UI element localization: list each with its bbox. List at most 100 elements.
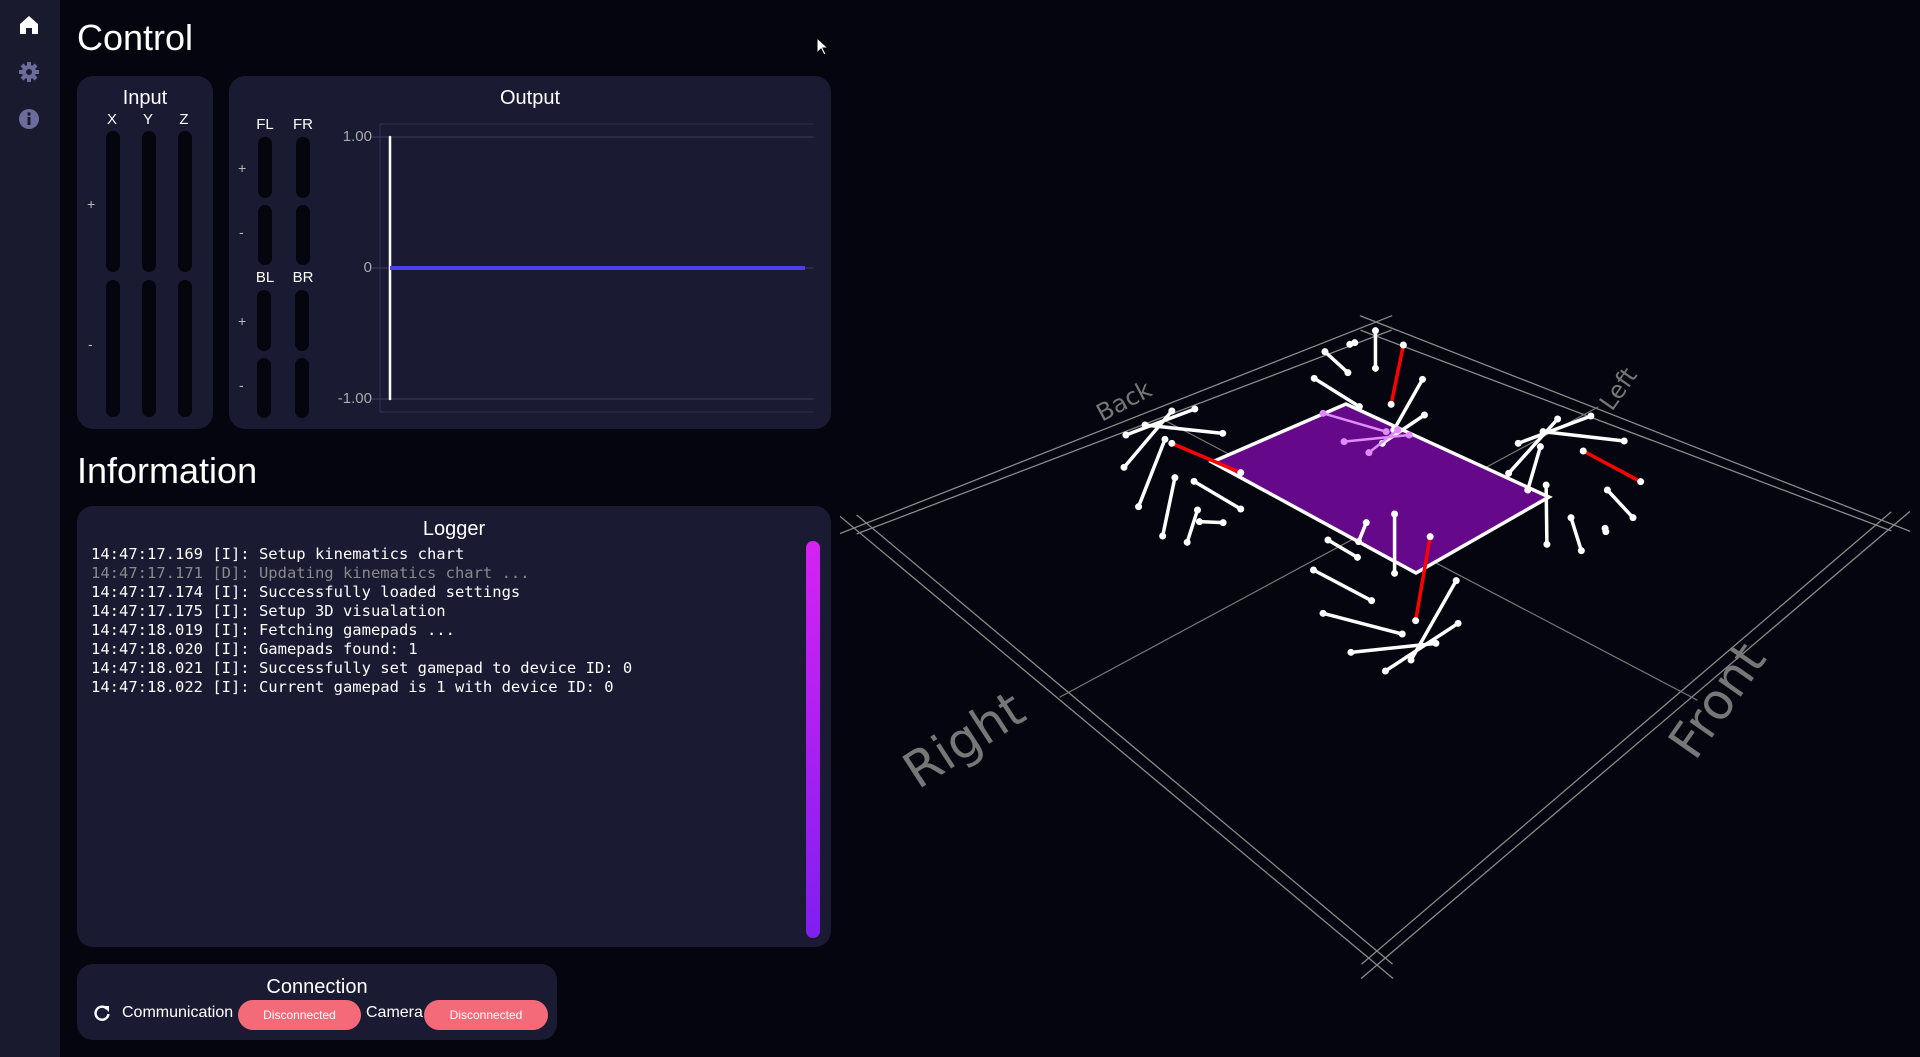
leg-joint <box>1391 569 1399 577</box>
communication-label: Communication <box>122 1004 234 1021</box>
wheel-fl-positive-bar <box>258 137 272 198</box>
info-icon[interactable] <box>17 107 41 131</box>
input-title: Input <box>122 87 168 109</box>
log-line: 14:47:18.021 [I]: Successfully set gamep… <box>91 659 633 677</box>
leg-segment <box>1136 437 1167 509</box>
refresh-icon[interactable] <box>93 1004 111 1022</box>
minus-label: - <box>239 377 244 393</box>
leg-joint <box>1168 407 1176 415</box>
input-y-positive-bar <box>142 131 156 272</box>
leg-segment <box>1323 349 1350 375</box>
minus-label: - <box>239 224 244 240</box>
log-line: 14:47:17.171 [D]: Updating kinematics ch… <box>91 564 530 582</box>
leg-joint <box>1579 447 1587 455</box>
axis-x-label: X <box>106 111 117 128</box>
output-title: Output <box>499 87 561 109</box>
input-panel: Input X Y Z + - <box>77 76 213 429</box>
wheel-br-positive-bar <box>295 290 309 351</box>
leg-segment <box>1321 611 1404 636</box>
axis-z-label: Z <box>179 111 189 128</box>
leg-joint <box>1620 437 1628 445</box>
leg-joint <box>1539 428 1547 436</box>
leg-segment-highlighted <box>1581 449 1643 484</box>
leg-joint <box>1319 409 1327 417</box>
home-icon[interactable] <box>17 13 41 37</box>
leg-segment <box>1192 479 1243 511</box>
leg-joint <box>1161 435 1169 443</box>
y-tick-label: 0 <box>363 259 372 276</box>
leg-joint <box>1603 486 1611 494</box>
leg-joint <box>1524 486 1532 494</box>
leg-segment <box>1160 475 1177 538</box>
leg-joint <box>1362 519 1370 527</box>
leg-joint <box>1351 339 1359 347</box>
leg-joint <box>1536 443 1544 451</box>
leg-joint <box>1577 547 1585 555</box>
leg-joint <box>1405 431 1413 439</box>
leg-segment <box>1326 538 1360 560</box>
leg-joint <box>1135 503 1143 511</box>
control-title: Control <box>77 17 194 58</box>
gear-icon[interactable] <box>17 60 41 84</box>
leg-joint <box>1355 403 1363 411</box>
robot-3d-view[interactable]: Back Left Right Front <box>840 0 1920 1057</box>
left-label: Left <box>1594 362 1643 415</box>
leg-joint <box>1419 375 1427 383</box>
back-label: Back <box>1092 375 1157 427</box>
leg-joint <box>1193 506 1201 514</box>
leg-joint <box>1371 364 1379 372</box>
leg-joint <box>1587 412 1595 420</box>
mouse-cursor-icon <box>816 37 830 56</box>
leg-joint <box>1454 619 1462 627</box>
input-x-positive-bar <box>106 131 120 272</box>
wheel-fl-negative-bar <box>258 205 272 265</box>
plus-label: + <box>87 196 96 212</box>
leg-joint <box>1171 474 1179 482</box>
leg-joint <box>1122 431 1130 439</box>
log-line: 14:47:18.020 [I]: Gamepads found: 1 <box>91 640 418 658</box>
leg-joint <box>1190 477 1198 485</box>
leg-joint <box>1168 439 1176 447</box>
leg-joint <box>1543 540 1551 548</box>
leg-joint <box>1310 374 1318 382</box>
communication-status-badge[interactable]: Disconnected <box>238 1000 361 1030</box>
logger-scrollbar[interactable] <box>806 541 820 938</box>
leg-joint <box>1542 481 1550 489</box>
leg-joint <box>1309 566 1317 574</box>
leg-segment <box>1544 483 1549 547</box>
wheel-fl-label: FL <box>256 116 274 133</box>
leg-segment <box>1197 519 1225 525</box>
wheel-bl-label: BL <box>255 269 275 286</box>
leg-joint <box>1394 426 1402 434</box>
plus-label: + <box>238 313 247 329</box>
leg-joint <box>1353 553 1361 561</box>
wheel-fr-negative-bar <box>296 205 310 265</box>
front-label: Front <box>1657 632 1777 769</box>
leg-joint <box>1324 536 1332 544</box>
leg-joint <box>1381 667 1389 675</box>
leg-joint <box>1637 478 1645 486</box>
camera-status-badge[interactable]: Disconnected <box>424 1000 548 1030</box>
leg-joint <box>1382 428 1390 436</box>
leg-joint <box>1399 341 1407 349</box>
y-tick-label: -1.00 <box>337 390 372 407</box>
log-line: 14:47:18.019 [I]: Fetching gamepads ... <box>91 621 455 639</box>
leg-joint <box>1554 415 1562 423</box>
wheel-fr-positive-bar <box>296 137 310 198</box>
leg-joint <box>1505 469 1513 477</box>
leg-joint <box>1514 439 1522 447</box>
leg-segment <box>1506 417 1560 476</box>
leg-joint <box>1602 528 1610 536</box>
leg-joint <box>1420 411 1428 419</box>
leg-joint <box>1365 449 1373 457</box>
leg-segment <box>1526 444 1543 492</box>
leg-joint <box>1368 597 1376 605</box>
leg-segment-highlighted <box>1389 343 1406 407</box>
leg-joint <box>1432 639 1440 647</box>
input-y-negative-bar <box>142 280 156 417</box>
leg-segment <box>1569 515 1584 553</box>
leg-joint <box>1219 519 1227 527</box>
information-title: Information <box>77 450 258 491</box>
log-line: 14:47:17.174 [I]: Successfully loaded se… <box>91 583 521 601</box>
input-x-negative-bar <box>106 280 120 417</box>
